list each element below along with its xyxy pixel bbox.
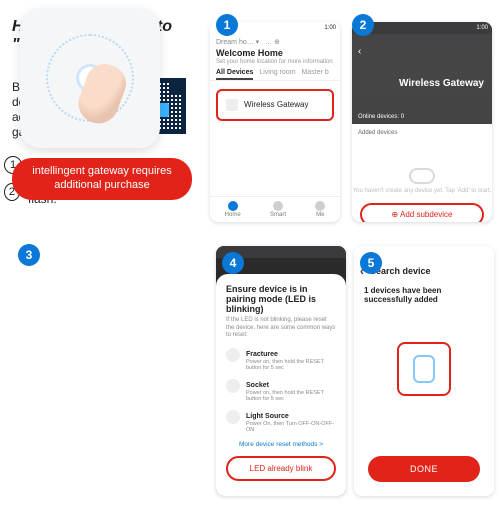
smart-icon bbox=[273, 201, 283, 211]
device-chip-icon bbox=[413, 355, 435, 383]
reset-option-2: SocketPower on, then hold the RESET butt… bbox=[226, 379, 336, 402]
empty-state: You haven't create any device yet. Tap '… bbox=[352, 158, 492, 195]
nav-me[interactable]: Me bbox=[315, 201, 325, 218]
tab-master[interactable]: Master b bbox=[302, 69, 329, 80]
added-label: Added devices bbox=[358, 130, 486, 136]
tab-living[interactable]: Living room bbox=[259, 69, 295, 80]
nav-smart[interactable]: Smart bbox=[270, 201, 286, 218]
add-subdevice-button[interactable]: ⊕ Add subdevice bbox=[360, 203, 484, 222]
online-count: Online devices: 0 bbox=[358, 114, 404, 120]
home-icon bbox=[228, 201, 238, 211]
nav-home[interactable]: Home bbox=[225, 201, 241, 218]
reset-option-3: Light SourcePower On, then Turn OFF-ON-O… bbox=[226, 410, 336, 433]
user-icon bbox=[315, 201, 325, 211]
socket-icon bbox=[226, 379, 240, 393]
screen-1-home: 1:00 Dream ho… ▾ … ⊕ Welcome Home Set yo… bbox=[210, 22, 340, 222]
reset-option-1: FractureePower on, then hold the RESET b… bbox=[226, 348, 336, 371]
step-badge-4: 4 bbox=[222, 252, 244, 274]
step-badge-2: 2 bbox=[352, 14, 374, 36]
welcome-title: Welcome Home bbox=[216, 48, 283, 58]
done-button[interactable]: DONE bbox=[368, 456, 480, 482]
more-methods-link[interactable]: More device reset methods > bbox=[226, 441, 336, 448]
cloud-icon bbox=[409, 168, 435, 184]
warning-pill: intellingent gateway requires additional… bbox=[12, 158, 192, 200]
back-icon[interactable]: ‹ bbox=[358, 46, 361, 57]
welcome-block: Welcome Home Set your home location for … bbox=[210, 48, 340, 69]
screen-3-device: 1 Long press any key. 2 The indicator li… bbox=[0, 8, 180, 258]
pairing-sheet: Ensure device is in pairing mode (LED is… bbox=[216, 274, 346, 496]
sensor-icon bbox=[226, 348, 240, 362]
instruction-page: How to add device to "smart life" app Be… bbox=[0, 8, 500, 508]
welcome-subtitle: Set your home location for more informat… bbox=[216, 59, 334, 66]
found-device-tile[interactable] bbox=[397, 342, 451, 396]
led-blink-button[interactable]: LED already blink bbox=[226, 456, 336, 481]
pairing-note: If the LED is not blinking, please reset… bbox=[226, 317, 336, 340]
light-icon bbox=[226, 410, 240, 424]
device-row-label: Wireless Gateway bbox=[244, 100, 308, 109]
device-thumb-icon bbox=[226, 99, 238, 111]
gateway-hero: ‹ Wireless Gateway Online devices: 0 bbox=[352, 34, 492, 124]
gateway-title: Wireless Gateway bbox=[399, 78, 484, 89]
tab-all[interactable]: All Devices bbox=[216, 69, 253, 80]
step-badge-3: 3 bbox=[18, 244, 40, 266]
success-message: 1 devices have been successfully added bbox=[354, 284, 494, 306]
step-badge-1: 1 bbox=[216, 14, 238, 36]
pairing-title: Ensure device is in pairing mode (LED is… bbox=[226, 284, 336, 314]
bottom-nav: Home Smart Me bbox=[210, 196, 340, 222]
screen-2-gateway: 1:00 ‹ Wireless Gateway Online devices: … bbox=[352, 22, 492, 222]
hub-device bbox=[20, 8, 160, 148]
step-badge-5: 5 bbox=[360, 252, 382, 274]
device-row-gateway[interactable]: Wireless Gateway bbox=[216, 89, 334, 121]
room-tabs[interactable]: All Devices Living room Master b bbox=[210, 69, 340, 81]
home-dropdown[interactable]: Dream ho… ▾ … ⊕ bbox=[210, 34, 340, 48]
screen-4-pairing: Ensure device is in pairing mode (LED is… bbox=[216, 246, 346, 496]
screen-5-search: ‹ Search device 1 devices have been succ… bbox=[354, 246, 494, 496]
